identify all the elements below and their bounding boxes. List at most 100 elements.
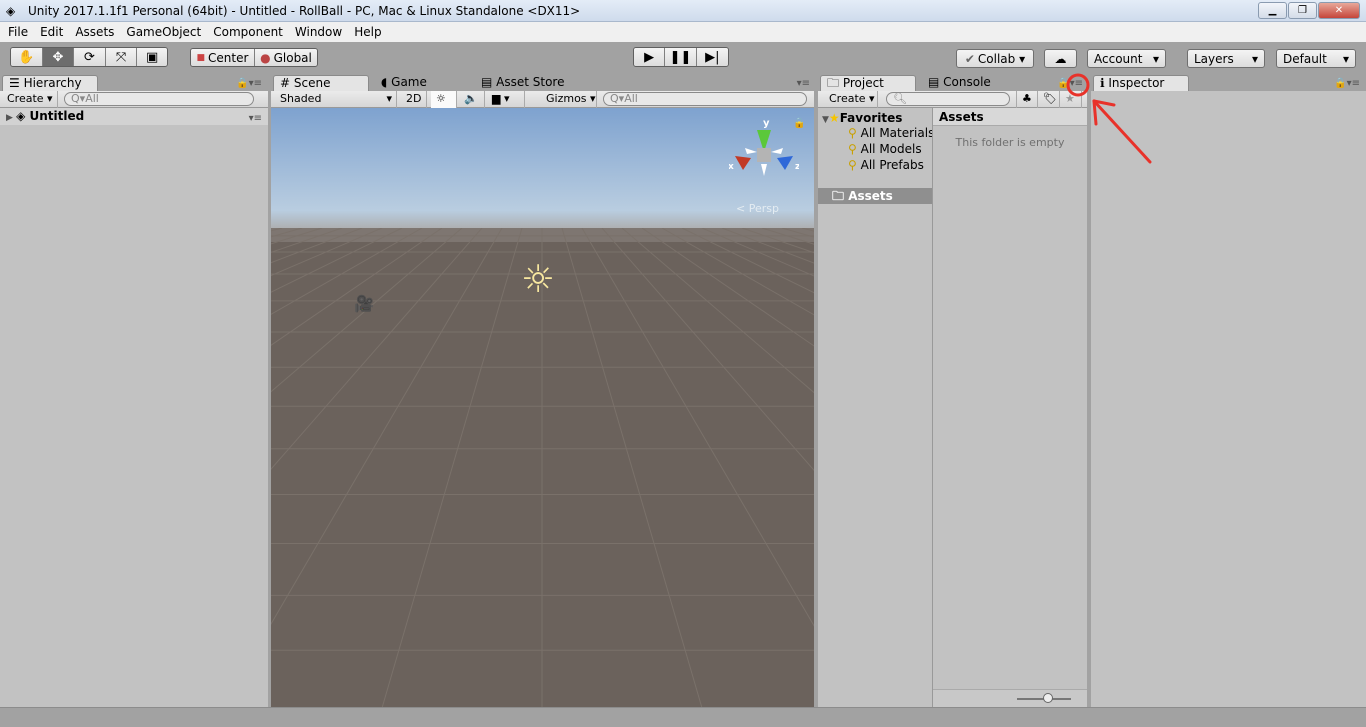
effects-dropdown[interactable]: ▆ ▾ <box>487 91 525 108</box>
gizmo-lock-icon[interactable]: 🔒 <box>793 118 805 129</box>
search-icon: 🔍︎ <box>893 92 907 105</box>
scene-viewport[interactable]: ☼ 🎥 y x z 🔒 < Persp <box>271 108 814 707</box>
move-icon: ✥ <box>52 49 64 65</box>
panel-lock-menu-icon[interactable]: 🔒▾≡ <box>236 78 262 89</box>
favorite-button[interactable]: ★ <box>1060 91 1082 108</box>
hand-icon: ✋ <box>18 49 35 65</box>
list-icon: ☰ <box>9 76 24 90</box>
play-icon: ▶ <box>644 49 655 65</box>
play-button[interactable]: ▶ <box>634 48 666 66</box>
filter-label-button[interactable]: 🏷︎ <box>1038 91 1060 108</box>
speaker-icon: 🔈 <box>464 92 478 105</box>
scene-search-input[interactable]: Q▾All <box>603 92 807 106</box>
collab-button[interactable]: ✔ Collab ▾ <box>956 49 1034 68</box>
rect-icon: ▣ <box>146 49 159 65</box>
project-tree: ▼★Favorites ⚲ All Materials ⚲ All Models… <box>818 108 932 707</box>
scene-row[interactable]: ▶ ◈ Untitled ▾≡ <box>0 108 268 125</box>
close-button[interactable]: ✕ <box>1318 2 1360 19</box>
search-icon: ⚲ <box>848 142 857 156</box>
center-icon: ■ <box>196 52 206 63</box>
sun-icon: ☼ <box>436 92 446 105</box>
unity-scene-icon: ◈ <box>16 109 26 123</box>
project-panel-menu-icon[interactable]: 🔒▾≡ <box>1057 78 1083 89</box>
gizmos-dropdown[interactable]: Gizmos ▾ <box>541 91 597 108</box>
favorite-item[interactable]: ⚲ All Models <box>848 141 932 157</box>
hierarchy-create-dropdown[interactable]: Create ▾ <box>2 91 58 108</box>
tab-console[interactable]: ▤ Console <box>922 75 1012 91</box>
2d-toggle[interactable]: 2D <box>401 91 427 108</box>
menu-component[interactable]: Component <box>207 25 289 39</box>
minimize-button[interactable]: ▁ <box>1258 2 1287 19</box>
rotate-icon: ⟳ <box>84 49 95 65</box>
store-icon: ▤ <box>481 75 497 89</box>
restore-button[interactable]: ❐ <box>1288 2 1317 19</box>
tab-hierarchy[interactable]: ☰ Hierarchy <box>2 75 98 91</box>
persp-label[interactable]: < Persp <box>736 202 779 215</box>
camera-icon[interactable]: 🎥 <box>354 294 374 313</box>
scale-icon: ⤧ <box>115 49 127 65</box>
scale-tool-button[interactable]: ⤧ <box>105 48 138 66</box>
pivot-center-button[interactable]: ■ Center <box>191 49 255 66</box>
menu-window[interactable]: Window <box>289 25 348 39</box>
check-icon: ✔ <box>964 51 975 66</box>
rect-tool-button[interactable]: ▣ <box>137 48 167 66</box>
globe-icon: ● <box>260 50 271 65</box>
scene-gizmo[interactable]: y x z <box>729 114 799 194</box>
star-icon: ★ <box>828 111 840 125</box>
tab-project[interactable]: 🗀 Project <box>820 75 916 91</box>
step-button[interactable]: ▶| <box>696 48 728 66</box>
pivot-toggles: ■ Center ● Global <box>190 48 318 67</box>
project-footer <box>933 689 1087 707</box>
tag-icon: 🏷︎ <box>1043 92 1057 105</box>
axis-x-label: x <box>729 162 734 172</box>
filter-type-button[interactable]: ♣ <box>1016 91 1038 108</box>
tab-asset-store[interactable]: ▤ Asset Store <box>475 75 575 91</box>
search-icon: ⚲ <box>848 158 857 172</box>
content-header: Assets <box>933 108 1087 126</box>
directional-light-icon[interactable]: ☼ <box>521 260 555 298</box>
project-create-dropdown[interactable]: Create ▾ <box>824 91 878 108</box>
lighting-toggle[interactable]: ☼ <box>431 91 457 108</box>
space-global-button[interactable]: ● Global <box>254 49 317 66</box>
folder-icon: 🗀 <box>827 76 843 90</box>
menu-file[interactable]: File <box>2 25 34 39</box>
menu-assets[interactable]: Assets <box>69 25 120 39</box>
image-icon: ▆ <box>492 92 501 105</box>
shading-dropdown[interactable]: Shaded ▾ <box>275 91 397 108</box>
layout-dropdown[interactable]: Default ▾ <box>1276 49 1356 68</box>
cloud-button[interactable]: ☁ <box>1044 49 1077 68</box>
audio-toggle[interactable]: 🔈 <box>459 91 485 108</box>
game-icon: ◖ <box>381 75 392 89</box>
shapes-icon: ♣ <box>1022 92 1032 105</box>
menu-edit[interactable]: Edit <box>34 25 69 39</box>
layers-dropdown[interactable]: Layers ▾ <box>1187 49 1265 68</box>
favorite-item[interactable]: ⚲ All Materials <box>848 125 932 141</box>
assets-folder-item[interactable]: 🗀 Assets <box>818 188 932 204</box>
menu-gameobject[interactable]: GameObject <box>120 25 207 39</box>
hand-tool-button[interactable]: ✋ <box>11 48 43 66</box>
scene-panel-menu-icon[interactable]: ▾≡ <box>797 78 810 89</box>
search-icon: ⚲ <box>848 126 857 140</box>
project-search-input[interactable]: 🔍︎ <box>886 92 1010 106</box>
favorites-item[interactable]: ▼★Favorites <box>818 108 932 125</box>
tab-scene[interactable]: # Scene <box>273 75 369 91</box>
rotate-tool-button[interactable]: ⟳ <box>74 48 106 66</box>
folder-icon: 🗀 <box>832 189 845 203</box>
project-panel: 🗀 Project ▤ Console 🔒▾≡ Create ▾ 🔍︎ ♣ 🏷︎… <box>818 74 1087 707</box>
favorite-item[interactable]: ⚲ All Prefabs <box>848 157 932 173</box>
account-dropdown[interactable]: Account ▾ <box>1087 49 1166 68</box>
axis-y-label: y <box>763 118 770 129</box>
pause-button[interactable]: ❚❚ <box>665 48 697 66</box>
move-tool-button[interactable]: ✥ <box>42 48 75 66</box>
scene-menu-icon[interactable]: ▾≡ <box>249 110 262 127</box>
menu-bar: File Edit Assets GameObject Component Wi… <box>0 22 1366 42</box>
tab-inspector[interactable]: ℹ Inspector <box>1093 75 1189 91</box>
inspector-menu-icon[interactable]: 🔒▾≡ <box>1334 78 1360 89</box>
star-icon: ★ <box>1065 92 1075 105</box>
menu-help[interactable]: Help <box>348 25 387 39</box>
slider-thumb[interactable] <box>1043 693 1053 703</box>
hierarchy-search-input[interactable]: Q▾All <box>64 92 254 106</box>
tab-game[interactable]: ◖ Game <box>375 75 465 91</box>
expand-arrow-icon[interactable]: ▶ <box>6 113 16 123</box>
project-content: Assets This folder is empty <box>932 108 1087 707</box>
